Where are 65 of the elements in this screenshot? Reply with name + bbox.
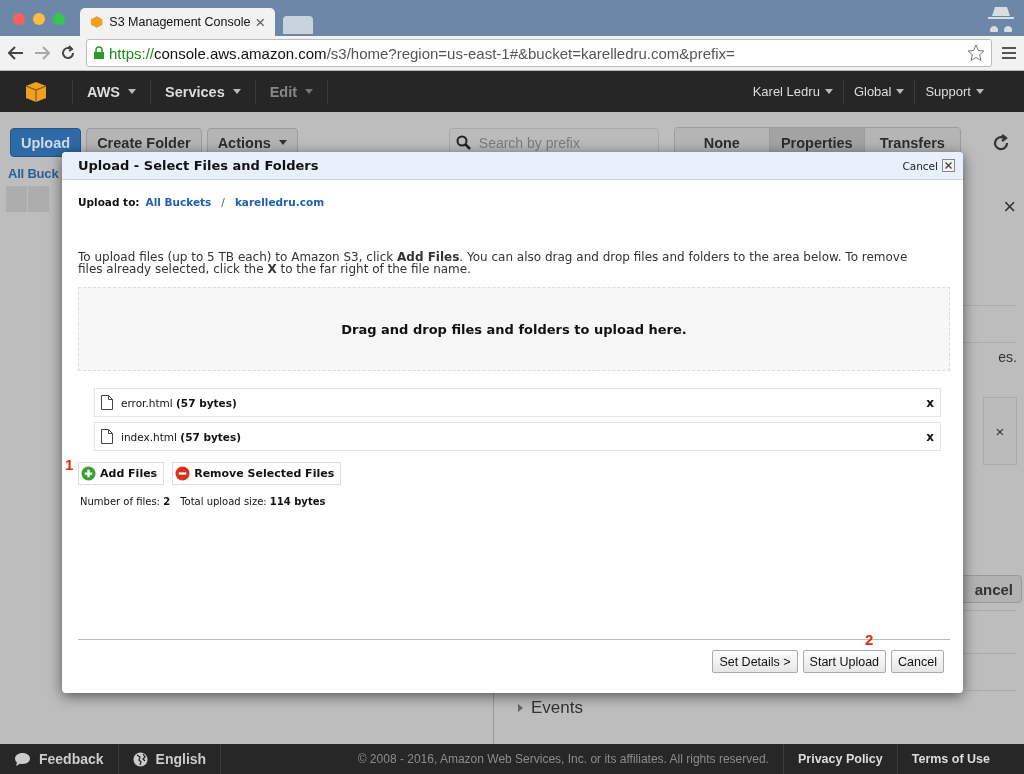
- remove-icon: [175, 466, 191, 481]
- remove-button[interactable]: ×: [995, 422, 1005, 440]
- panel-text: es.: [998, 349, 1017, 365]
- upload-to-label: Upload to:: [78, 196, 140, 208]
- drop-zone-text: Drag and drop files and folders to upload here.: [341, 321, 687, 337]
- address-bar[interactable]: https://console.aws.amazon.com/s3/home?region=us-east-1#&bucket=karelledru.com&prefix=: [86, 39, 992, 67]
- summary-text: Number of files: 2: [80, 496, 171, 507]
- add-files-button[interactable]: Add Files: [78, 462, 165, 485]
- dialog-button[interactable]: Start Upload: [802, 650, 887, 673]
- document-icon: [101, 395, 113, 410]
- cube-logo-icon[interactable]: [25, 80, 47, 103]
- feedback-link[interactable]: Feedback: [0, 744, 119, 774]
- cancel-link[interactable]: Cancel: [902, 159, 955, 172]
- caret-icon: [128, 89, 137, 94]
- document-icon: [101, 429, 113, 444]
- remove-file-button[interactable]: x: [926, 429, 934, 444]
- incognito-icon: [986, 4, 1016, 32]
- lock-icon: [93, 46, 105, 60]
- tab-title: S3 Management Console: [109, 15, 251, 29]
- upload-button[interactable]: Upload: [10, 128, 82, 157]
- language-selector[interactable]: English: [118, 744, 222, 774]
- file-row[interactable]: error.html (57 bytes) x: [94, 388, 941, 417]
- footer-link[interactable]: Terms of Use: [896, 744, 1004, 774]
- caret-icon: [305, 89, 314, 94]
- step-marker: 2: [865, 631, 874, 648]
- menu-icon[interactable]: [1002, 47, 1016, 59]
- dialog-button[interactable]: Cancel: [891, 650, 944, 673]
- search-icon: [455, 135, 471, 150]
- browser-tab[interactable]: S3 Management Console: [80, 8, 275, 36]
- close-icon: [945, 162, 952, 169]
- reload-icon[interactable]: [60, 45, 76, 61]
- caret-icon: [232, 89, 241, 94]
- instructions-text: To upload files (up to 5 TB each) to Amazon S3, click Add Files. You can also drag and drop files and folders to the area below. To remove files already selected, click the X to the far right of the file name.: [78, 251, 909, 275]
- speech-bubble-icon: [14, 751, 31, 767]
- nav-menu[interactable]: Services: [151, 79, 256, 104]
- dialog-button[interactable]: Set Details >: [712, 650, 798, 673]
- copyright-text: © 2008 - 2016, Amazon Web Services, Inc. or its affiliates. All rights reserved.: [357, 752, 770, 766]
- section-toggle[interactable]: Events: [518, 698, 1016, 718]
- file-row[interactable]: index.html (57 bytes) x: [94, 422, 941, 451]
- refresh-icon[interactable]: [992, 133, 1010, 152]
- close-button[interactable]: ×: [1003, 194, 1016, 220]
- nav-menu[interactable]: AWS: [73, 79, 152, 104]
- back-icon[interactable]: [8, 46, 24, 60]
- footer-link[interactable]: Privacy Policy: [782, 744, 897, 774]
- remove-file-button[interactable]: x: [926, 395, 934, 410]
- file-name: error.html (57 bytes): [121, 396, 238, 409]
- caret-icon: [278, 140, 287, 145]
- close-icon[interactable]: [256, 17, 265, 27]
- breadcrumb-link[interactable]: All Buckets: [145, 196, 212, 208]
- summary-text: Total upload size: 114 bytes: [180, 496, 326, 507]
- globe-icon: [132, 751, 148, 767]
- add-icon: [81, 466, 96, 481]
- breadcrumb-link[interactable]: karelledru.com: [234, 196, 325, 208]
- file-name: index.html (57 bytes): [121, 430, 242, 443]
- triangle-icon: [518, 704, 523, 712]
- nav-menu[interactable]: Global: [843, 79, 916, 104]
- nav-menu[interactable]: Support: [915, 79, 994, 104]
- star-icon[interactable]: [967, 44, 985, 62]
- dialog-title: Upload - Select Files and Folders: [78, 158, 320, 173]
- breadcrumb-link[interactable]: All Buck: [8, 166, 59, 182]
- url-text: https://console.aws.amazon.com/s3/home?region=us-east-1#&bucket=karelledru.com&prefix=: [109, 44, 736, 62]
- remove-files-button[interactable]: Remove Selected Files: [172, 462, 342, 485]
- nav-menu[interactable]: Karel Ledru: [742, 79, 844, 104]
- path-separator: /: [221, 196, 225, 208]
- step-marker: 1: [65, 456, 74, 473]
